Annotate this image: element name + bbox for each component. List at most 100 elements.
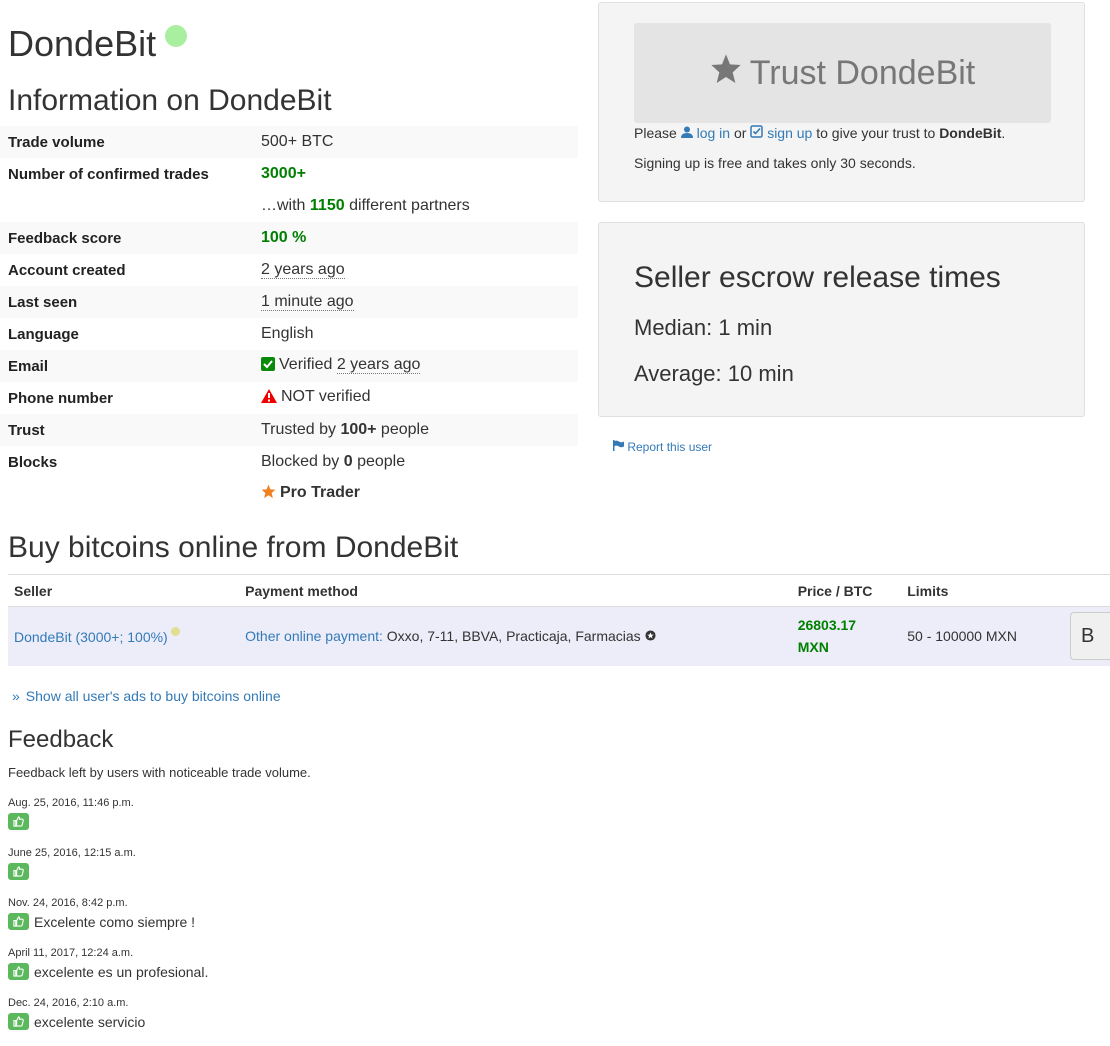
info-row-language: Language English <box>0 318 578 350</box>
feedback-date: Dec. 24, 2016, 2:10 a.m. <box>8 997 129 1009</box>
info-prefix: Blocked by <box>261 453 344 470</box>
show-all-label: Show all user's ads to buy bitcoins onli… <box>25 688 281 704</box>
info-row-phone: Phone number NOT verified <box>0 382 578 414</box>
info-suffix: people <box>352 453 406 470</box>
info-label: Blocks <box>8 453 58 471</box>
login-link[interactable]: log in <box>680 125 731 141</box>
show-all-ads-link[interactable]: » Show all user's ads to buy bitcoins onl… <box>12 688 281 704</box>
price-value: 26803.17 <box>797 617 857 634</box>
limits-value: 50 - 100000 MXN <box>901 606 1070 666</box>
feedback-item: June 25, 2016, 12:15 a.m. <box>8 846 208 896</box>
info-value[interactable]: 2 years ago <box>261 261 345 279</box>
thumbs-up-icon <box>8 863 29 880</box>
check-square-outline-icon <box>750 125 764 141</box>
column-header-price: Price / BTC <box>791 574 902 607</box>
escrow-panel: Seller escrow release times Median: 1 mi… <box>598 222 1085 417</box>
signup-info: Signing up is free and takes only 30 sec… <box>634 155 916 171</box>
info-label: Email <box>0 350 253 382</box>
info-label: Language <box>8 325 79 343</box>
check-square-icon <box>261 357 275 376</box>
info-row-account-created: Account created 2 years ago <box>0 254 578 286</box>
info-row-trust: Trust Trusted by 100+ people <box>0 414 578 446</box>
report-user-link[interactable]: Report this user <box>613 440 712 454</box>
info-value: English <box>261 325 314 342</box>
info-label: Trade volume <box>0 126 253 158</box>
username-title: DondeBit <box>8 23 157 64</box>
info-value: 100 % <box>261 229 307 246</box>
buy-heading: Buy bitcoins online from DondeBit <box>8 531 459 564</box>
thumbs-up-icon <box>8 813 29 830</box>
online-status-indicator <box>165 25 187 47</box>
info-value[interactable]: 2 years ago <box>336 356 421 374</box>
feedback-description: Feedback left by users with noticeable t… <box>8 765 311 780</box>
signup-link[interactable]: sign up <box>750 125 812 141</box>
trust-login-prompt: Please log in or sign up to give your tr… <box>634 125 1005 141</box>
user-icon <box>680 125 693 141</box>
info-label <box>0 478 253 510</box>
info-label: Account created <box>8 261 126 279</box>
prompt-text: Please <box>634 125 681 141</box>
feedback-text: excelente es un profesional. <box>34 963 209 980</box>
thumbs-up-icon <box>8 913 29 930</box>
info-prefix: Verified <box>279 356 337 373</box>
info-value: 1150 <box>309 197 345 214</box>
report-user-label: Report this user <box>627 440 713 454</box>
info-row-last-seen: Last seen 1 minute ago <box>0 286 578 318</box>
prompt-text: . <box>1001 125 1006 141</box>
info-heading: Information on DondeBit <box>8 84 332 117</box>
feedback-date: June 25, 2016, 12:15 a.m. <box>8 847 136 859</box>
info-value[interactable]: 1 minute ago <box>261 293 354 311</box>
info-label <box>0 190 253 222</box>
thumbs-up-icon <box>8 1013 29 1030</box>
trust-button-label: Trust DondeBit <box>749 53 976 92</box>
star-icon <box>710 53 742 94</box>
trust-panel: Trust DondeBit Please log in or sign up … <box>598 2 1085 202</box>
feedback-text: excelente servicio <box>34 1013 146 1030</box>
info-suffix: people <box>376 421 429 438</box>
feedback-list: Aug. 25, 2016, 11:46 p.m. June 25, 2016,… <box>8 796 208 1046</box>
feedback-item: Dec. 24, 2016, 2:10 a.m. excelente servi… <box>8 996 208 1046</box>
feedback-item: Aug. 25, 2016, 11:46 p.m. <box>8 796 208 846</box>
buy-button[interactable]: B <box>1070 612 1110 661</box>
feedback-item: Nov. 24, 2016, 8:42 p.m. Excelente como … <box>8 896 208 946</box>
price-currency: MXN <box>797 639 829 656</box>
seller-status-indicator <box>170 627 180 637</box>
escrow-median: Median: 1 min <box>634 315 773 340</box>
login-label: log in <box>696 125 731 141</box>
column-header-payment-method: Payment method <box>239 574 792 607</box>
warning-icon <box>261 389 277 408</box>
payment-method-link[interactable]: Other online payment: <box>245 628 383 644</box>
info-row-blocks: Blocks Blocked by 0 people <box>0 446 578 478</box>
ads-table: Seller Payment method Price / BTC Limits… <box>8 574 1110 666</box>
flag-icon <box>613 440 624 454</box>
info-circle-icon <box>645 628 656 644</box>
feedback-heading: Feedback <box>8 726 114 753</box>
prompt-text: or <box>730 125 751 141</box>
column-header-limits: Limits <box>901 574 1070 607</box>
trust-button[interactable]: Trust DondeBit <box>634 23 1051 123</box>
info-label: Trust <box>0 414 253 446</box>
feedback-item: April 11, 2017, 12:24 a.m. excelente es … <box>8 946 208 996</box>
payment-details: Oxxo, 7-11, BBVA, Practicaja, Farmacias <box>382 628 641 645</box>
escrow-title: Seller escrow release times <box>634 261 1001 294</box>
info-suffix: different partners <box>344 197 470 214</box>
info-value: 100+ <box>340 421 377 438</box>
info-row-partners: …with 1150 different partners <box>0 190 578 222</box>
ads-table-header: Seller Payment method Price / BTC Limits <box>8 574 1110 607</box>
feedback-date: April 11, 2017, 12:24 a.m. <box>8 947 134 959</box>
feedback-date: Aug. 25, 2016, 11:46 p.m. <box>8 797 134 809</box>
info-row-pro-trader: Pro Trader <box>0 478 578 510</box>
info-row-email: Email Verified 2 years ago <box>0 350 578 382</box>
prompt-text: to give your trust to <box>812 125 940 141</box>
info-value: 0 <box>343 453 353 470</box>
info-label: Number of confirmed trades <box>8 165 209 183</box>
column-header-seller: Seller <box>8 574 240 607</box>
info-value: NOT verified <box>281 388 371 405</box>
signup-label: sign up <box>767 125 813 141</box>
feedback-text: Excelente como siempre ! <box>34 913 196 930</box>
info-label: Phone number <box>8 389 114 407</box>
info-label: Last seen <box>0 286 253 318</box>
seller-link[interactable]: DondeBit (3000+; 100%) <box>14 629 168 645</box>
star-badge-icon <box>261 484 276 504</box>
info-value: 500+ BTC <box>253 126 578 158</box>
